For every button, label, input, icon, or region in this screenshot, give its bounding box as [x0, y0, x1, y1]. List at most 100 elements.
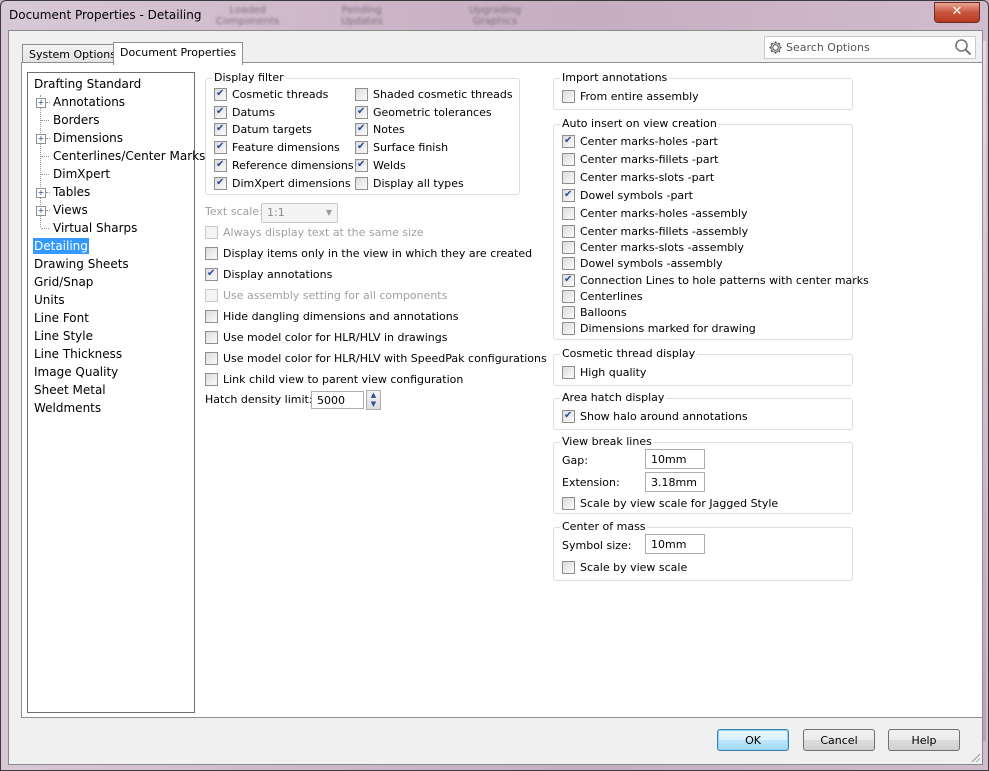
tree-item-drafting-standard[interactable]: Drafting Standard	[33, 76, 142, 92]
checkbox-icon[interactable]	[355, 158, 368, 172]
tree-item-views[interactable]: Views	[52, 202, 89, 218]
checkbox-icon[interactable]	[205, 331, 218, 344]
checkbox-use-assembly-setting[interactable]: Use assembly setting for all components	[205, 289, 447, 303]
ok-button[interactable]: OK	[717, 729, 789, 751]
checkbox-icon[interactable]	[355, 88, 368, 101]
spin-down-icon[interactable]: ▼	[367, 400, 380, 409]
checkbox-notes[interactable]: Notes	[355, 122, 405, 137]
checkbox-surface-finish[interactable]: Surface finish	[355, 140, 448, 155]
checkbox-hide-dangling[interactable]: Hide dangling dimensions and annotations	[205, 310, 459, 324]
checkbox-center-marks-holes-assembly[interactable]: Center marks-holes -assembly	[562, 207, 748, 221]
checkbox-icon[interactable]	[562, 306, 575, 319]
tree-item-sheet-metal[interactable]: Sheet Metal	[33, 382, 107, 398]
checkbox-icon[interactable]	[214, 158, 227, 172]
checkbox-dimensions-marked-for-drawing[interactable]: Dimensions marked for drawing	[562, 322, 756, 336]
symbol-size-input[interactable]: 10mm	[645, 534, 705, 554]
checkbox-icon[interactable]	[562, 561, 575, 574]
checkbox-icon[interactable]	[205, 310, 218, 323]
search-options-input[interactable]: Search Options	[764, 36, 976, 59]
checkbox-center-marks-slots-part[interactable]: Center marks-slots -part	[562, 171, 714, 185]
tree-item-borders[interactable]: Borders	[52, 112, 100, 128]
checkbox-icon[interactable]	[562, 188, 575, 202]
checkbox-dowel-symbols-assembly[interactable]: Dowel symbols -assembly	[562, 257, 723, 271]
checkbox-always-display-text-same-size[interactable]: Always display text at the same size	[205, 226, 424, 240]
checkbox-icon[interactable]	[562, 241, 575, 254]
checkbox-from-entire-assembly[interactable]: From entire assembly	[562, 90, 699, 104]
gap-input[interactable]: 10mm	[645, 449, 705, 469]
tree-item-weldments[interactable]: Weldments	[33, 400, 102, 416]
tree-item-grid-snap[interactable]: Grid/Snap	[33, 274, 94, 290]
checkbox-icon[interactable]	[205, 226, 218, 239]
spin-up-icon[interactable]: ▲	[367, 391, 380, 400]
options-tree[interactable]: Drafting Standard + Annotations Borders …	[27, 72, 205, 713]
checkbox-balloons[interactable]: Balloons	[562, 306, 627, 320]
checkbox-icon[interactable]	[214, 176, 227, 190]
magnifier-icon[interactable]	[954, 38, 972, 56]
checkbox-icon[interactable]	[214, 140, 227, 154]
checkbox-icon[interactable]	[562, 257, 575, 270]
checkbox-icon[interactable]	[562, 134, 575, 148]
tree-item-centerlines-center-marks[interactable]: Centerlines/Center Marks	[52, 148, 206, 164]
tree-item-line-thickness[interactable]: Line Thickness	[33, 346, 123, 362]
checkbox-center-marks-slots-assembly[interactable]: Center marks-slots -assembly	[562, 241, 744, 255]
checkbox-icon[interactable]	[214, 122, 227, 136]
tree-item-line-style[interactable]: Line Style	[33, 328, 94, 344]
checkbox-display-all-types[interactable]: Display all types	[355, 177, 464, 191]
checkbox-icon[interactable]	[562, 153, 575, 166]
tree-item-image-quality[interactable]: Image Quality	[33, 364, 119, 380]
checkbox-datum-targets[interactable]: Datum targets	[214, 122, 312, 137]
resize-grip-icon[interactable]	[970, 752, 980, 762]
checkbox-welds[interactable]: Welds	[355, 158, 406, 173]
checkbox-icon[interactable]	[562, 225, 575, 238]
checkbox-icon[interactable]	[355, 105, 368, 119]
checkbox-icon[interactable]	[562, 171, 575, 184]
expand-icon[interactable]: +	[36, 206, 46, 216]
hatch-density-spinner[interactable]: ▲ ▼	[366, 390, 381, 410]
checkbox-display-items-only-in-view[interactable]: Display items only in the view in which …	[205, 247, 532, 261]
expand-icon[interactable]: +	[36, 98, 46, 108]
checkbox-dimxpert-dimensions[interactable]: DimXpert dimensions	[214, 176, 351, 191]
checkbox-icon[interactable]	[355, 177, 368, 190]
tree-item-annotations[interactable]: Annotations	[52, 94, 126, 110]
checkbox-link-child-view[interactable]: Link child view to parent view configura…	[205, 373, 463, 387]
checkbox-icon[interactable]	[205, 289, 218, 302]
checkbox-shaded-cosmetic-threads[interactable]: Shaded cosmetic threads	[355, 88, 513, 102]
cancel-button[interactable]: Cancel	[803, 729, 875, 751]
checkbox-center-marks-holes-part[interactable]: Center marks-holes -part	[562, 134, 718, 149]
tree-item-drawing-sheets[interactable]: Drawing Sheets	[33, 256, 130, 272]
checkbox-icon[interactable]	[562, 90, 575, 103]
expand-icon[interactable]: +	[36, 134, 46, 144]
help-button[interactable]: Help	[888, 729, 960, 751]
checkbox-reference-dimensions[interactable]: Reference dimensions	[214, 158, 354, 173]
checkbox-icon[interactable]	[205, 247, 218, 260]
checkbox-show-halo[interactable]: Show halo around annotations	[562, 409, 748, 424]
close-button[interactable]: ✕	[934, 2, 980, 23]
checkbox-icon[interactable]	[562, 366, 575, 379]
checkbox-icon[interactable]	[562, 409, 575, 423]
checkbox-centerlines[interactable]: Centerlines	[562, 290, 643, 304]
tree-item-dimxpert[interactable]: DimXpert	[52, 166, 111, 182]
checkbox-scale-by-view-scale[interactable]: Scale by view scale	[562, 561, 687, 575]
checkbox-icon[interactable]	[562, 290, 575, 303]
checkbox-icon[interactable]	[562, 497, 575, 510]
checkbox-connection-lines[interactable]: Connection Lines to hole patterns with c…	[562, 273, 869, 288]
checkbox-icon[interactable]	[562, 273, 575, 287]
tree-item-line-font[interactable]: Line Font	[33, 310, 90, 326]
checkbox-model-color-hlr-drawings[interactable]: Use model color for HLR/HLV in drawings	[205, 331, 447, 345]
tree-item-tables[interactable]: Tables	[52, 184, 91, 200]
tree-item-units[interactable]: Units	[33, 292, 66, 308]
title-bar[interactable]: Document Properties - Detailing Loaded Co…	[1, 1, 988, 31]
checkbox-dowel-symbols-part[interactable]: Dowel symbols -part	[562, 188, 693, 203]
tree-item-virtual-sharps[interactable]: Virtual Sharps	[52, 220, 138, 236]
tree-item-dimensions[interactable]: Dimensions	[52, 130, 124, 146]
extension-input[interactable]: 3.18mm	[645, 472, 705, 492]
checkbox-geometric-tolerances[interactable]: Geometric tolerances	[355, 105, 492, 120]
checkbox-high-quality[interactable]: High quality	[562, 366, 646, 380]
checkbox-display-annotations[interactable]: Display annotations	[205, 267, 332, 282]
checkbox-icon[interactable]	[355, 140, 368, 154]
checkbox-icon[interactable]	[562, 207, 575, 220]
hatch-density-input[interactable]: 5000	[311, 391, 364, 409]
checkbox-cosmetic-threads[interactable]: Cosmetic threads	[214, 87, 328, 102]
checkbox-icon[interactable]	[214, 105, 227, 119]
checkbox-datums[interactable]: Datums	[214, 105, 275, 120]
